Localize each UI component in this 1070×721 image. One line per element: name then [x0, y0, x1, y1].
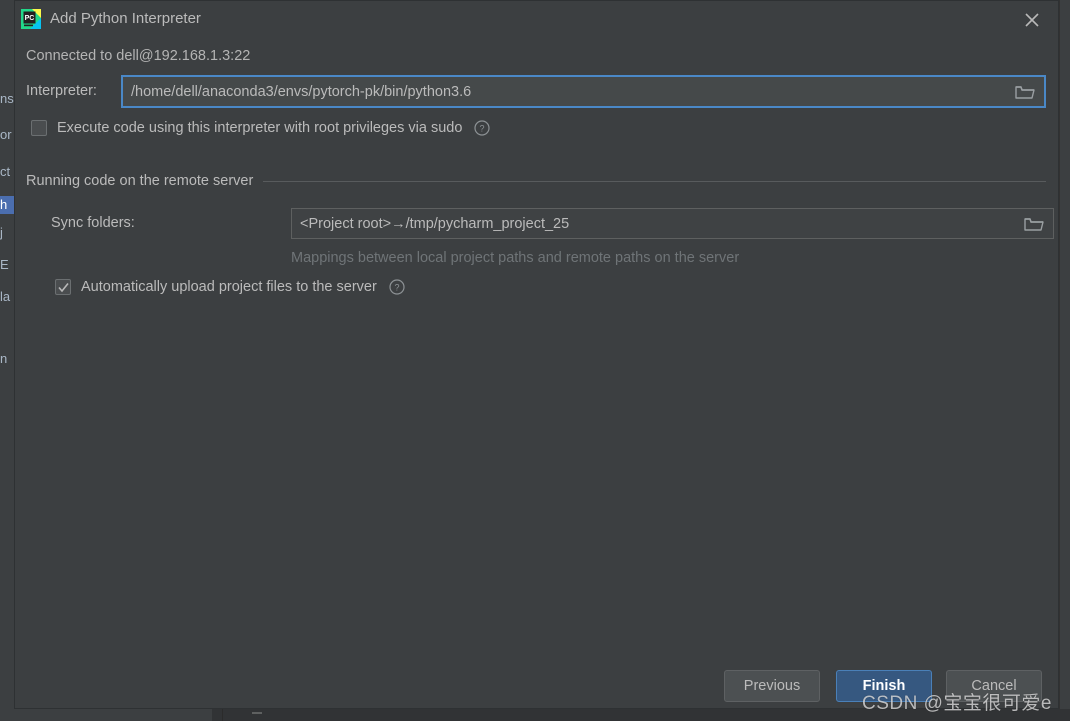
- section-title: Running code on the remote server: [26, 173, 254, 189]
- svg-text:?: ?: [480, 124, 485, 134]
- interpreter-field[interactable]: /home/dell/anaconda3/envs/pytorch-pk/bin…: [121, 75, 1046, 108]
- add-python-interpreter-dialog: PC Add Python Interpreter Connected to d…: [14, 0, 1059, 709]
- dialog-titlebar: PC Add Python Interpreter: [15, 1, 1058, 39]
- watermark: CSDN @宝宝很可爱e: [862, 693, 1052, 714]
- sudo-checkbox-label: Execute code using this interpreter with…: [57, 120, 463, 136]
- help-circle-icon[interactable]: ?: [474, 120, 491, 136]
- sudo-checkbox-row[interactable]: Execute code using this interpreter with…: [31, 120, 491, 136]
- auto-upload-checkbox-row[interactable]: Automatically upload project files to th…: [55, 279, 405, 295]
- pycharm-logo-icon: PC: [21, 9, 41, 29]
- folder-icon[interactable]: [1006, 77, 1044, 106]
- background-bottom-left: [0, 709, 212, 721]
- background-tree-item: n: [0, 351, 8, 366]
- sync-folders-label: Sync folders:: [51, 215, 135, 231]
- help-circle-icon[interactable]: ?: [389, 279, 405, 295]
- remote-server-section-header: Running code on the remote server: [26, 173, 1046, 189]
- background-tab-marker: [252, 712, 262, 714]
- divider: [263, 180, 1046, 182]
- svg-text:?: ?: [394, 283, 399, 293]
- background-project-tree: ns or ct h j Ela n: [0, 0, 14, 721]
- interpreter-value[interactable]: /home/dell/anaconda3/envs/pytorch-pk/bin…: [123, 84, 1006, 100]
- sudo-checkbox[interactable]: [31, 120, 47, 136]
- auto-upload-checkbox[interactable]: [55, 279, 71, 295]
- background-tree-item: j: [0, 225, 3, 240]
- divider: [222, 709, 223, 721]
- background-right-panel: [1059, 0, 1070, 709]
- background-tree-item: ns: [0, 91, 14, 106]
- screen: ns or ct h j Ela n PC Add Python Interpr…: [0, 0, 1070, 721]
- auto-upload-checkbox-label: Automatically upload project files to th…: [81, 279, 377, 295]
- sync-folders-field[interactable]: <Project root>→/tmp/pycharm_project_25: [291, 208, 1054, 239]
- svg-text:PC: PC: [25, 15, 35, 22]
- background-tree-item: h: [0, 196, 14, 214]
- interpreter-label: Interpreter:: [26, 83, 97, 99]
- close-icon[interactable]: [1020, 8, 1044, 32]
- folder-icon[interactable]: [1015, 209, 1053, 238]
- background-tree-item: ct: [0, 164, 11, 179]
- sync-folders-value[interactable]: <Project root>→/tmp/pycharm_project_25: [292, 216, 1015, 232]
- sync-folders-hint: Mappings between local project paths and…: [291, 250, 740, 266]
- dialog-title: Add Python Interpreter: [50, 10, 201, 27]
- previous-button[interactable]: Previous: [724, 670, 820, 702]
- connection-status: Connected to dell@192.168.1.3:22: [26, 48, 251, 64]
- background-tree-item: la: [0, 289, 11, 304]
- background-tree-item: E: [0, 257, 9, 272]
- background-tree-item: or: [0, 127, 12, 142]
